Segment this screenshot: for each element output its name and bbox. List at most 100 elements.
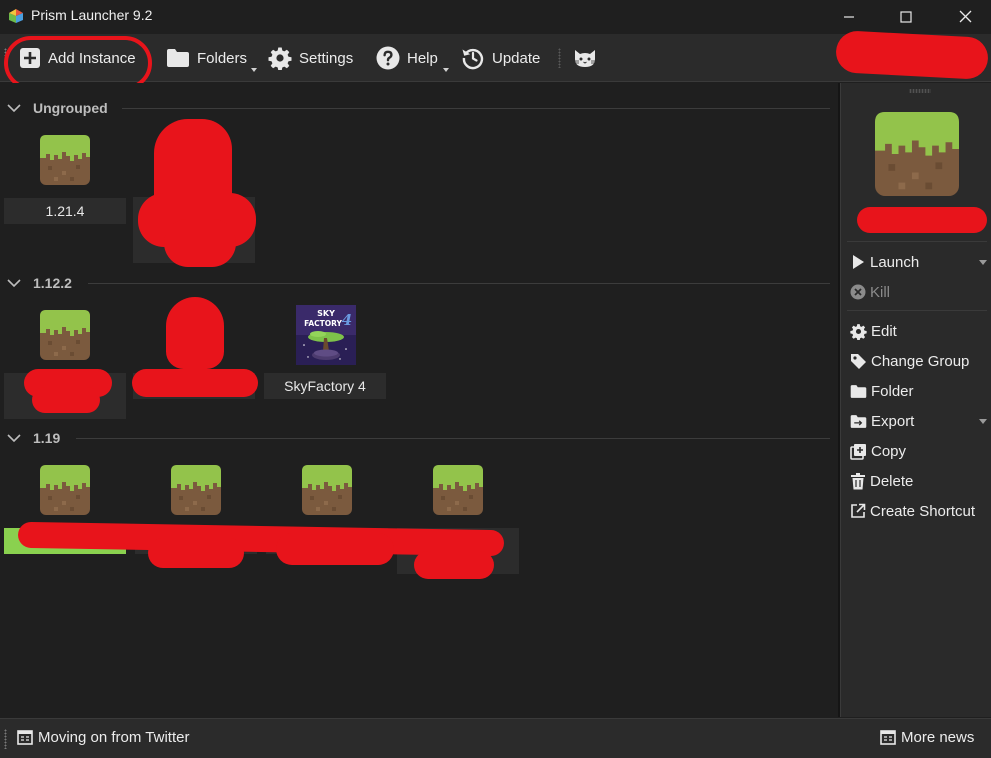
skyfactory-art-numeral: 4: [342, 311, 352, 329]
folder-icon: [167, 49, 189, 67]
launch-button[interactable]: Launch: [850, 250, 919, 274]
help-label: Help: [407, 49, 438, 67]
redaction-mark: [164, 219, 236, 267]
copy-button[interactable]: Copy: [850, 439, 906, 463]
grass-block-icon: [433, 465, 483, 515]
skyfactory-art-line2: FACTORY: [304, 319, 342, 328]
window-title: Prism Launcher 9.2: [31, 7, 153, 23]
external-link-icon: [851, 503, 866, 518]
cat-icon: [573, 50, 597, 67]
chevron-down-icon: [7, 434, 21, 443]
create-shortcut-label: Create Shortcut: [870, 502, 976, 520]
group-header-1-19[interactable]: 1.19: [4, 427, 832, 449]
change-group-label: Change Group: [871, 352, 970, 370]
news-bar-grip[interactable]: [4, 729, 7, 749]
help-button[interactable]: Help: [376, 44, 438, 72]
more-news-button[interactable]: More news: [880, 729, 974, 746]
maximize-button[interactable]: [883, 0, 929, 33]
change-group-button[interactable]: Change Group: [850, 349, 969, 373]
redaction-mark: [835, 30, 989, 80]
redaction-mark: [148, 538, 244, 568]
instance-tile[interactable]: SKY FACTORY 4 SkyFactory 4: [264, 305, 386, 431]
redaction-mark: [32, 387, 100, 413]
instance-view[interactable]: Ungrouped 1.21.4 1.12.2 SKY FACTORY 4 Sk…: [4, 83, 838, 717]
minimize-button[interactable]: [826, 0, 872, 33]
settings-label: Settings: [299, 49, 354, 67]
instance-name: SkyFactory 4: [264, 373, 386, 399]
redaction-mark: [166, 297, 224, 369]
instance-sidebar: Launch Kill Edit Change Group Folder Exp…: [840, 83, 991, 717]
folders-label: Folders: [197, 49, 248, 67]
news-item-link[interactable]: Moving on from Twitter: [17, 729, 189, 746]
grass-block-icon: [40, 465, 90, 515]
folders-dropdown-icon[interactable]: [251, 68, 257, 72]
tag-icon: [851, 353, 866, 369]
edit-label: Edit: [871, 322, 897, 340]
toolbar-separator: [558, 48, 561, 68]
folder-icon: [850, 384, 867, 398]
group-label: 1.12.2: [33, 275, 72, 291]
redaction-mark: [414, 551, 494, 579]
add-instance-circle-annotation: [4, 36, 152, 90]
delete-label: Delete: [870, 472, 914, 490]
update-button[interactable]: Update: [461, 44, 540, 72]
export-dropdown-icon[interactable]: [979, 419, 987, 424]
export-icon: [850, 414, 867, 428]
kill-label: Kill: [870, 283, 891, 301]
group-header-ungrouped[interactable]: Ungrouped: [4, 97, 832, 119]
launch-label: Launch: [870, 253, 920, 271]
prism-launcher-logo-icon: [9, 9, 23, 23]
group-label: 1.19: [33, 430, 61, 446]
cat-button[interactable]: [572, 44, 598, 72]
folder-label: Folder: [871, 382, 914, 400]
grass-block-icon: [302, 465, 352, 515]
grass-block-icon: [40, 135, 90, 185]
minimize-icon: [844, 15, 854, 18]
delete-button[interactable]: Delete: [850, 469, 913, 493]
kill-icon: [850, 284, 866, 300]
instance-tile[interactable]: 1.21.4: [4, 135, 126, 261]
gear-icon: [850, 323, 867, 340]
redaction-mark: [276, 533, 394, 565]
more-news-label: More news: [901, 729, 975, 746]
folder-button[interactable]: Folder: [850, 379, 914, 403]
close-icon: [959, 10, 971, 23]
selected-instance-grass-block-icon[interactable]: [875, 112, 959, 196]
launch-dropdown-icon[interactable]: [979, 260, 987, 265]
title-bar: Prism Launcher 9.2: [0, 0, 991, 33]
skyfactory-art-line1: SKY: [317, 309, 335, 318]
news-bar: Moving on from Twitter More news: [0, 718, 991, 758]
copy-icon: [850, 443, 866, 460]
grass-block-icon: [40, 310, 90, 360]
close-button[interactable]: [942, 0, 988, 33]
redaction-mark: [132, 369, 258, 397]
edit-button[interactable]: Edit: [850, 319, 897, 343]
update-label: Update: [492, 49, 541, 67]
redaction-mark: [857, 207, 987, 233]
folders-button[interactable]: Folders: [166, 44, 247, 72]
export-button[interactable]: Export: [850, 409, 914, 433]
grass-block-icon: [171, 465, 221, 515]
news-icon: [880, 730, 896, 745]
trash-icon: [851, 472, 865, 489]
instance-name: 1.21.4: [4, 198, 126, 224]
help-dropdown-icon[interactable]: [443, 68, 449, 72]
export-label: Export: [871, 412, 915, 430]
news-item-label: Moving on from Twitter: [38, 729, 190, 746]
group-label: Ungrouped: [33, 100, 108, 116]
sidebar-grip[interactable]: [909, 89, 931, 93]
maximize-icon: [900, 10, 912, 23]
kill-button[interactable]: Kill: [850, 280, 890, 304]
settings-button[interactable]: Settings: [268, 44, 353, 72]
skyfactory-4-icon: SKY FACTORY 4: [296, 305, 356, 365]
help-icon: [376, 46, 400, 70]
group-header-1-12-2[interactable]: 1.12.2: [4, 272, 832, 294]
play-icon: [853, 255, 864, 269]
news-icon: [17, 730, 33, 745]
chevron-down-icon: [7, 279, 21, 288]
update-icon: [462, 48, 484, 70]
gear-icon: [268, 47, 292, 70]
chevron-down-icon: [7, 104, 21, 113]
copy-label: Copy: [871, 442, 907, 460]
create-shortcut-button[interactable]: Create Shortcut: [850, 499, 975, 523]
